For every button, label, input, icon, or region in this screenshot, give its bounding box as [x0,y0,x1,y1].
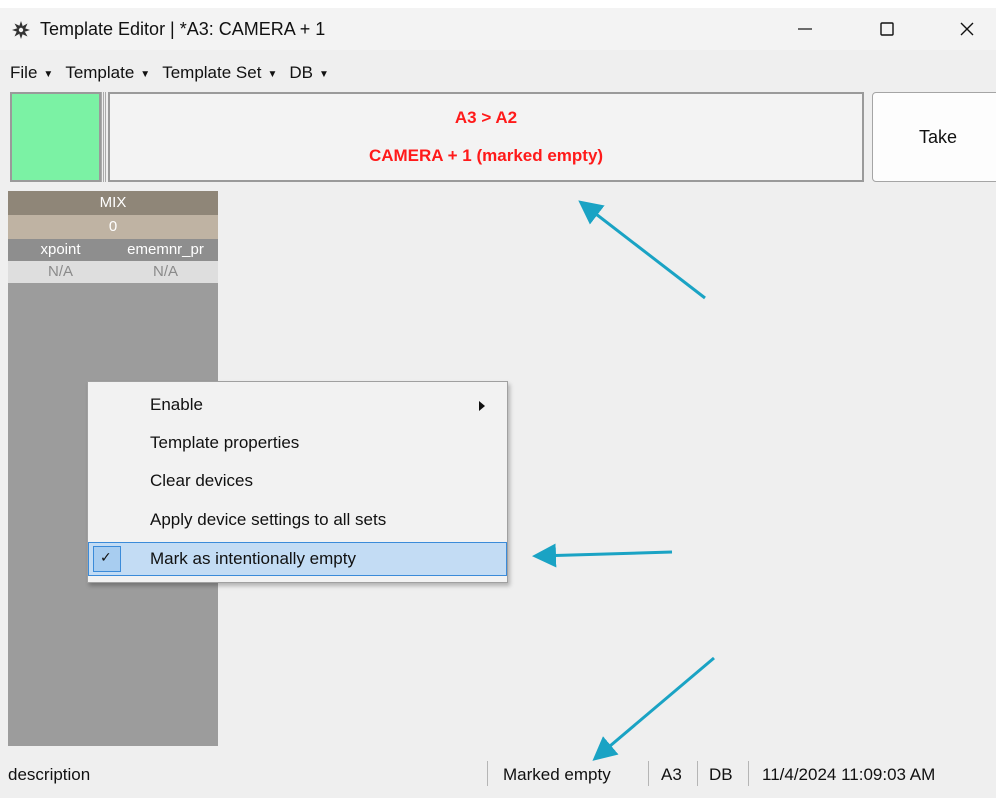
annotation-arrow [592,656,715,761]
annotation-arrows [532,200,715,761]
annotation-arrow [532,543,673,568]
annotation-arrow [578,200,706,300]
